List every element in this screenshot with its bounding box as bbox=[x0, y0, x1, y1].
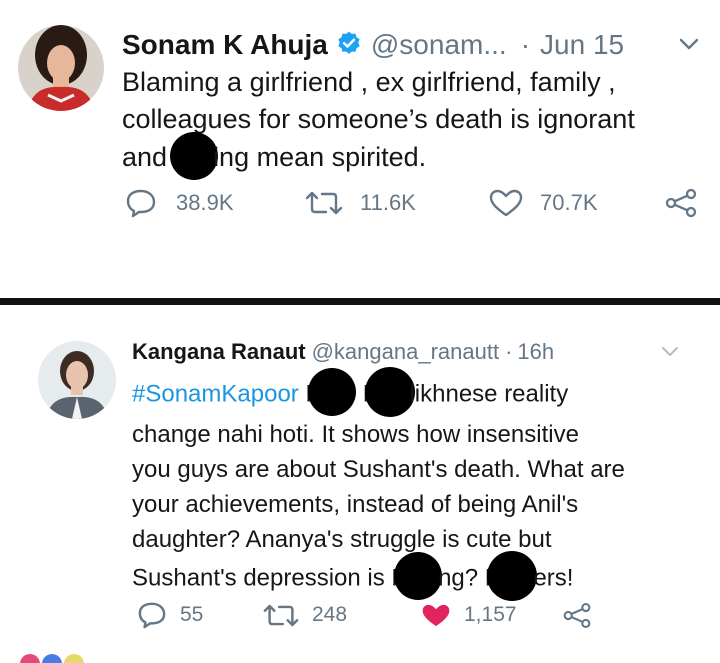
share-icon bbox=[562, 602, 592, 629]
reaction-avatars bbox=[20, 654, 84, 663]
chevron-down-icon[interactable] bbox=[678, 36, 700, 52]
retweet-count: 11.6K bbox=[360, 190, 416, 215]
retweet-button[interactable]: 11.6K bbox=[304, 189, 488, 217]
author-handle[interactable]: @sonam... bbox=[371, 29, 507, 61]
retweet-icon bbox=[304, 189, 344, 217]
tweet-text: Blaming a girlfriend , ex girlfriend, fa… bbox=[122, 64, 635, 180]
reply-button[interactable]: 55 bbox=[136, 601, 262, 629]
redaction-mark bbox=[308, 368, 357, 416]
avatar[interactable] bbox=[18, 25, 104, 111]
like-button[interactable]: 1,157 bbox=[420, 602, 558, 629]
share-button[interactable] bbox=[664, 188, 698, 218]
like-count: 70.7K bbox=[540, 190, 598, 215]
redaction-mark bbox=[170, 132, 219, 180]
redaction-mark bbox=[394, 552, 443, 600]
tweet-text-segment: ers! bbox=[533, 564, 574, 592]
reply-button[interactable]: 38.9K bbox=[124, 188, 304, 218]
reply-count: 55 bbox=[180, 603, 204, 626]
tweet-line: and f ing mean spirited. bbox=[122, 132, 635, 180]
tweet-line: change nahi hoti. It shows how insensiti… bbox=[132, 421, 579, 448]
reply-icon bbox=[136, 601, 168, 629]
avatar bbox=[64, 654, 84, 663]
heart-icon bbox=[488, 188, 524, 218]
tweet-text-segment: Sushant's depression is F bbox=[132, 564, 407, 592]
retweet-button[interactable]: 248 bbox=[262, 602, 420, 629]
heart-filled-icon bbox=[420, 602, 452, 629]
avatar bbox=[20, 654, 40, 663]
reply-count: 38.9K bbox=[176, 190, 234, 215]
author-name[interactable]: Kangana Ranaut bbox=[132, 339, 306, 365]
separator-dot: · bbox=[520, 29, 531, 60]
reply-icon bbox=[124, 188, 158, 218]
tweet-line: #SonamKapoor F Flikhnese reality bbox=[132, 367, 625, 417]
like-button[interactable]: 70.7K bbox=[488, 188, 672, 218]
tweet-actions: 38.9K 11.6K 70.7K bbox=[124, 188, 698, 218]
tweet-sonam[interactable]: Sonam K Ahuja @sonam... · Jun 15 Blaming… bbox=[0, 0, 720, 290]
hashtag-link[interactable]: #SonamKapoor bbox=[132, 380, 299, 407]
author-name[interactable]: Sonam K Ahuja bbox=[122, 29, 328, 61]
verified-badge-icon bbox=[336, 30, 362, 56]
tweet-kangana[interactable]: Kangana Ranaut @kangana_ranautt · 16h #S… bbox=[0, 305, 720, 655]
share-icon bbox=[664, 188, 698, 218]
tweet-text-segment: ing mean spirited. bbox=[213, 142, 427, 173]
timestamp[interactable]: Jun 15 bbox=[540, 29, 624, 61]
tweet-actions: 55 248 1,157 bbox=[136, 601, 592, 629]
tweet-text-segment: likhnese reality bbox=[409, 380, 569, 408]
tweet-line: Blaming a girlfriend , ex girlfriend, fa… bbox=[122, 67, 616, 97]
retweet-icon bbox=[262, 602, 300, 629]
tweet-line: Sushant's depression is Fng? Fers! bbox=[132, 551, 625, 601]
redaction-mark bbox=[487, 551, 538, 601]
share-button[interactable] bbox=[562, 602, 592, 629]
retweet-count: 248 bbox=[312, 603, 348, 626]
divider bbox=[0, 298, 720, 305]
tweet-line: daughter? Ananya's struggle is cute but bbox=[132, 526, 552, 553]
tweet-line: your achievements, instead of being Anil… bbox=[132, 491, 579, 518]
avatar[interactable] bbox=[38, 341, 116, 419]
separator-dot: · bbox=[505, 339, 513, 364]
like-count: 1,157 bbox=[464, 603, 517, 626]
chevron-down-icon[interactable] bbox=[660, 345, 680, 359]
timestamp[interactable]: 16h bbox=[517, 339, 554, 365]
redaction-mark bbox=[365, 367, 416, 417]
tweet-line: you guys are about Sushant's death. What… bbox=[132, 456, 625, 483]
avatar bbox=[42, 654, 62, 663]
tweet-text: #SonamKapoor F Flikhnese reality change … bbox=[132, 367, 625, 601]
author-handle[interactable]: @kangana_ranautt bbox=[312, 339, 499, 365]
